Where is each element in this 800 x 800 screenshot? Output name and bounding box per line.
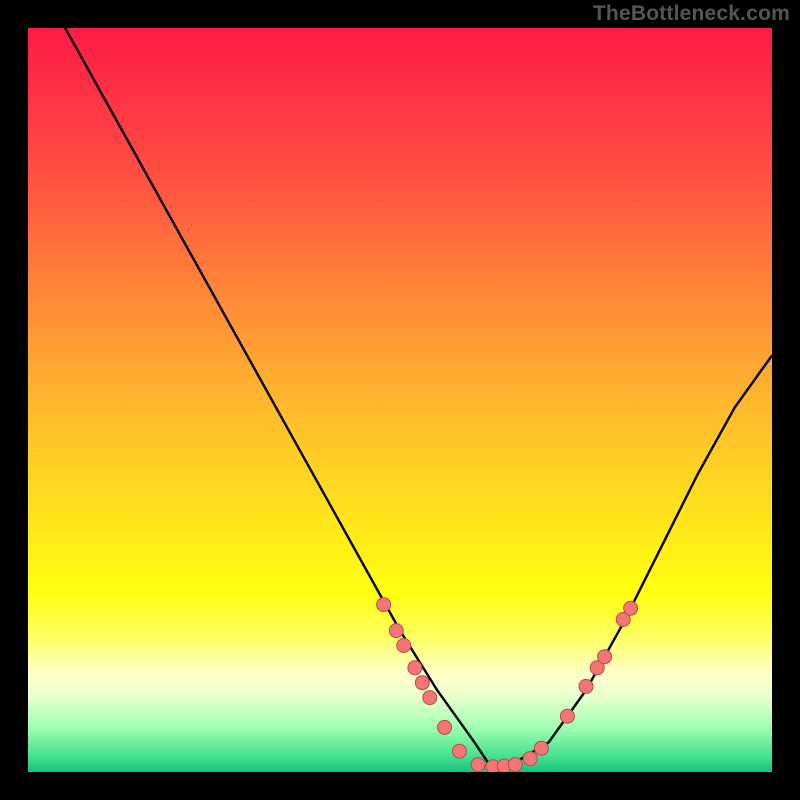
data-marker bbox=[397, 639, 411, 653]
bottleneck-curve bbox=[28, 28, 772, 765]
curve-svg bbox=[28, 28, 772, 772]
data-marker bbox=[534, 741, 548, 755]
data-marker bbox=[579, 679, 593, 693]
data-marker bbox=[508, 758, 522, 772]
watermark-text: TheBottleneck.com bbox=[593, 2, 790, 26]
data-marker bbox=[377, 598, 391, 612]
data-marker bbox=[523, 752, 537, 766]
data-marker bbox=[423, 691, 437, 705]
chart-stage: TheBottleneck.com bbox=[0, 0, 800, 800]
data-marker bbox=[438, 720, 452, 734]
data-marker bbox=[453, 744, 467, 758]
plot-area bbox=[28, 28, 772, 772]
data-marker bbox=[389, 624, 403, 638]
data-marker bbox=[408, 661, 422, 675]
data-marker bbox=[598, 650, 612, 664]
data-marker bbox=[624, 601, 638, 615]
marker-group bbox=[377, 598, 638, 772]
data-marker bbox=[560, 709, 574, 723]
data-marker bbox=[415, 676, 429, 690]
data-marker bbox=[471, 758, 485, 772]
